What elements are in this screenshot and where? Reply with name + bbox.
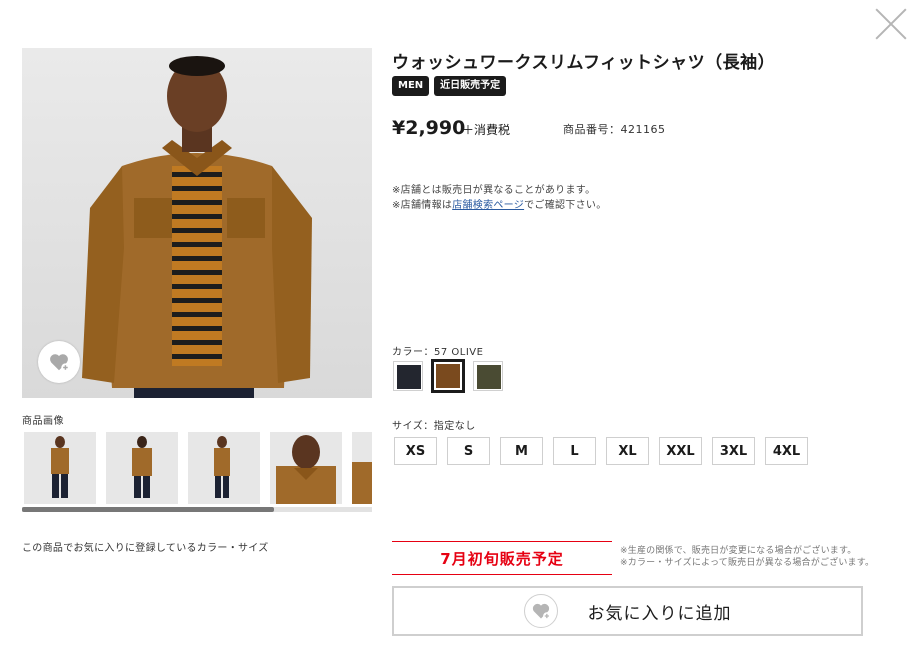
swatch-fill <box>397 365 421 389</box>
gallery-thumbnail-4[interactable] <box>270 432 342 504</box>
product-code: 商品番号：421165 <box>563 123 666 136</box>
size-button-xxl[interactable]: XXL <box>659 437 702 465</box>
swatch-fill <box>477 365 501 389</box>
size-button-xs[interactable]: XS <box>394 437 437 465</box>
size-button-4xl[interactable]: 4XL <box>765 437 808 465</box>
main-product-image <box>22 48 372 398</box>
store-search-link[interactable]: 店舗検索ページ <box>452 200 524 211</box>
store-date-note: ※店舗とは販売日が異なることがあります。 <box>392 185 596 196</box>
gallery-thumbnail-1[interactable] <box>24 432 96 504</box>
favorite-heart-button[interactable] <box>38 341 80 383</box>
thumbnail-image <box>24 432 96 504</box>
store-info-note: ※店舗情報は店舗検索ページでご確認下さい。 <box>392 200 607 211</box>
release-date-label: 7月初旬販売予定 <box>440 550 564 568</box>
size-label: サイズ：指定なし <box>392 421 476 432</box>
size-button-xl[interactable]: XL <box>606 437 649 465</box>
release-note-2: ※カラー・サイズによって販売日が異なる場合がございます。 <box>620 558 875 568</box>
gallery-scrollbar[interactable] <box>22 507 274 512</box>
gallery-thumbnail-2[interactable] <box>106 432 178 504</box>
tax-label: ＋消費税 <box>462 123 511 137</box>
badge-group: MEN 近日販売予定 <box>392 76 507 96</box>
gallery-label: 商品画像 <box>22 416 64 427</box>
coming-soon-badge: 近日販売予定 <box>434 76 507 96</box>
close-icon[interactable] <box>874 7 908 41</box>
color-label: カラー：57 OLIVE <box>392 347 484 358</box>
price: ¥2,990 <box>392 117 466 139</box>
size-button-3xl[interactable]: 3XL <box>712 437 755 465</box>
thumbnail-image <box>352 432 372 504</box>
favorite-registered-note: この商品でお気に入りに登録しているカラー・サイズ <box>22 543 269 554</box>
model-illustration <box>82 56 312 398</box>
color-swatch-navy[interactable] <box>393 361 423 391</box>
release-notes: ※生産の関係で、販売日が変更になる場合がございます。 ※カラー・サイズによって販… <box>620 545 874 569</box>
add-to-favorites-button[interactable]: お気に入りに追加 <box>392 586 863 636</box>
size-button-m[interactable]: M <box>500 437 543 465</box>
gallery-thumbnail-3[interactable] <box>188 432 260 504</box>
gallery-thumbnail-5[interactable] <box>352 432 372 504</box>
heart-plus-glyph <box>532 603 551 620</box>
color-swatch-brown[interactable] <box>431 359 465 393</box>
color-swatch-olive[interactable] <box>473 361 503 391</box>
heart-plus-icon <box>523 594 558 628</box>
release-note-1: ※生産の関係で、販売日が変更になる場合がございます。 <box>620 546 857 556</box>
swatch-fill <box>436 364 460 388</box>
thumbnail-image <box>270 432 342 504</box>
size-button-s[interactable]: S <box>447 437 490 465</box>
heart-plus-icon <box>50 354 70 372</box>
add-to-favorites-label: お気に入りに追加 <box>587 603 732 624</box>
gender-badge: MEN <box>392 76 430 96</box>
product-title: ウォッシュワークスリムフィットシャツ（長袖） <box>392 53 776 73</box>
thumbnail-image <box>106 432 178 504</box>
thumbnail-image <box>188 432 260 504</box>
size-button-l[interactable]: L <box>553 437 596 465</box>
